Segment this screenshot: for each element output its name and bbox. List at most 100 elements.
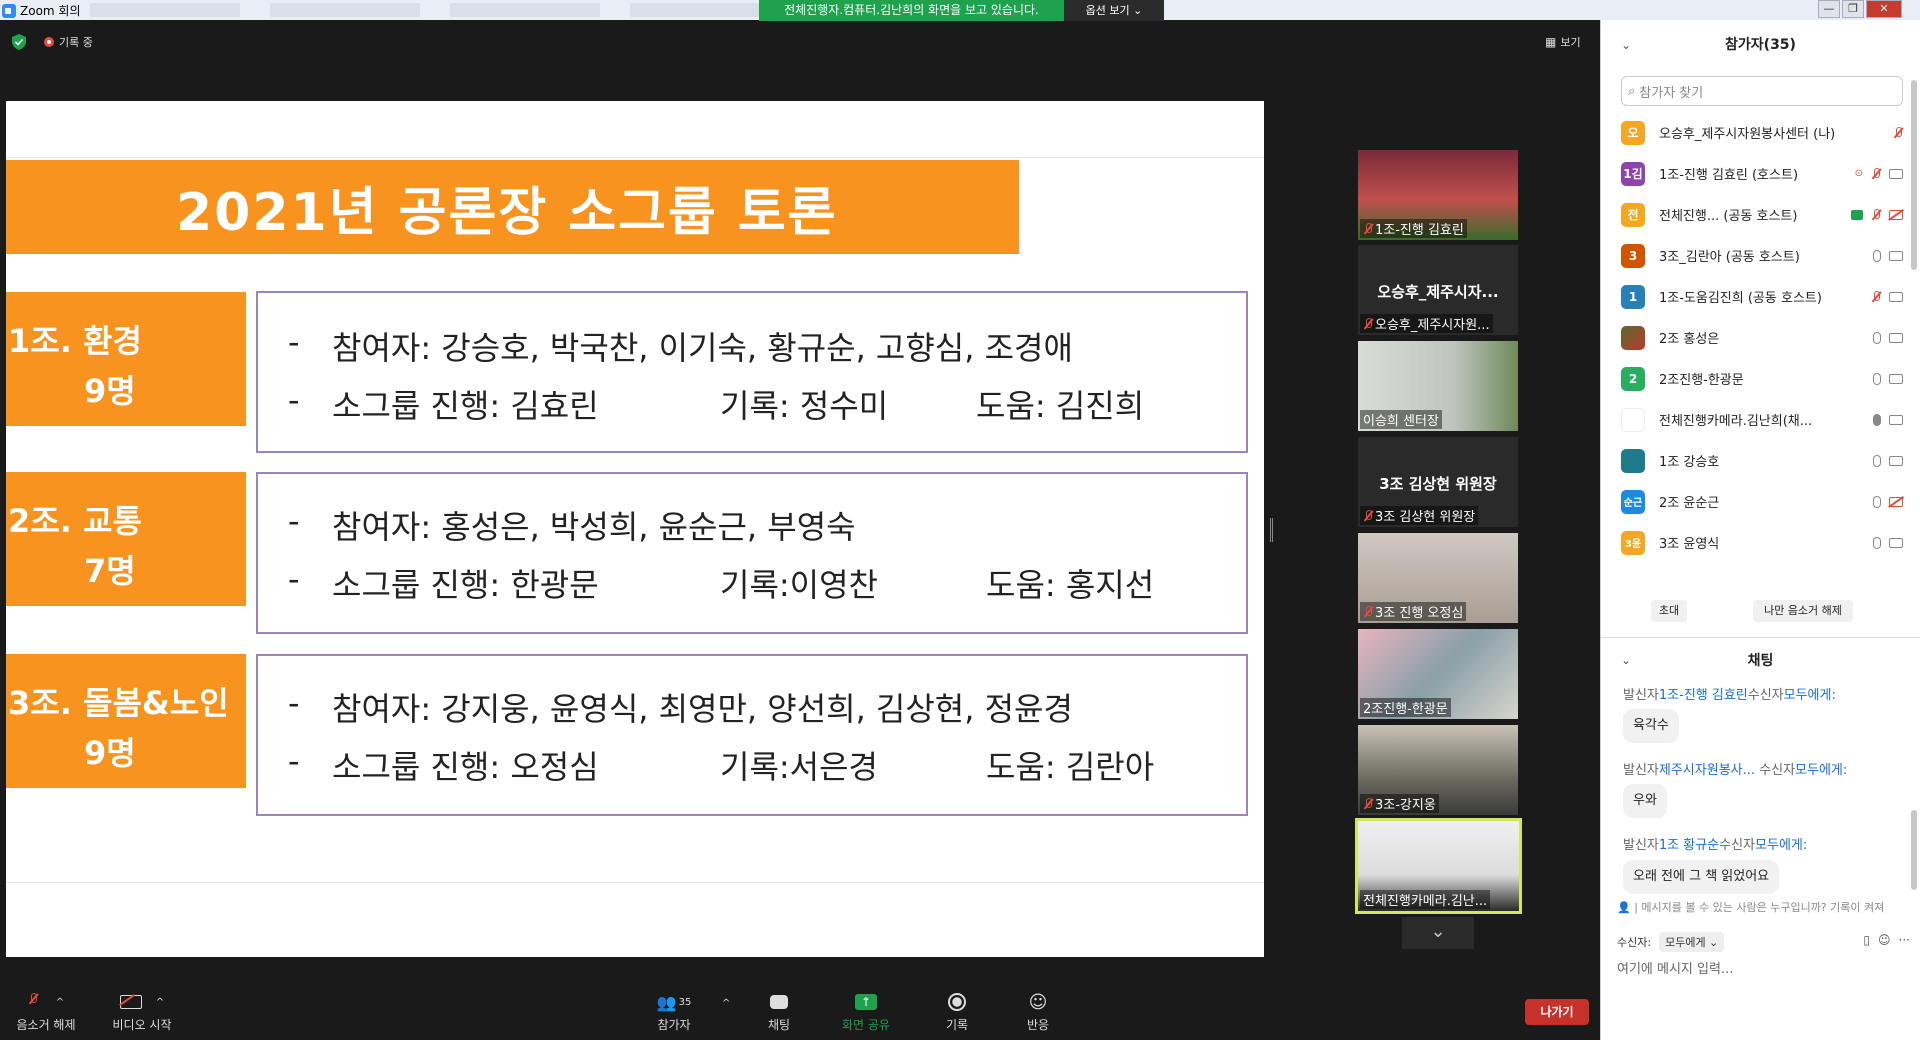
- participant-row[interactable]: 1김 1조-진행 김효린 (호스트) ⊙: [1601, 153, 1911, 194]
- video-tile[interactable]: 1조-진행 김효린: [1358, 150, 1518, 240]
- video-tile[interactable]: 3조 김상현 위원장 3조 김상현 위원장: [1358, 437, 1518, 527]
- mic-muted-icon[interactable]: [1871, 290, 1881, 303]
- participant-row[interactable]: 1조 강승호: [1601, 440, 1911, 481]
- chat-button[interactable]: 채팅: [762, 990, 796, 1033]
- shield-icon[interactable]: [12, 34, 26, 50]
- avatar: 순근: [1621, 489, 1645, 514]
- participant-row[interactable]: 전체진행카메라.김난희(채...: [1601, 399, 1911, 440]
- recording-label: 기록 중: [59, 36, 93, 49]
- smiley-icon: ☺: [1028, 991, 1048, 1013]
- participant-row[interactable]: 전 전체진행... (공동 호스트): [1601, 194, 1911, 235]
- avatar: 1: [1621, 284, 1645, 309]
- shared-screen-slide: 2021년 공론장 소그룹 토론 1조. 환경 9명 - 참여자: 강승호, 박국…: [6, 101, 1264, 957]
- view-options-button[interactable]: 옵션 보기 ⌄: [1064, 0, 1164, 21]
- caret-up-icon[interactable]: ^: [56, 997, 64, 1008]
- sharing-icon: [1851, 209, 1863, 220]
- chat-icon: [770, 995, 788, 1009]
- participants-title: 참가자(35): [1725, 37, 1796, 53]
- mic-muted-icon[interactable]: [1893, 126, 1903, 139]
- camera-off-icon[interactable]: [1889, 209, 1903, 220]
- caret-up-icon[interactable]: ^: [156, 997, 164, 1008]
- camera-icon[interactable]: [1889, 455, 1903, 466]
- camera-off-icon[interactable]: [1889, 496, 1903, 507]
- screen-share-banner: 전체진행자.컴퓨터.김난희의 화면을 보고 있습니다.: [759, 0, 1064, 21]
- mic-icon[interactable]: [1873, 536, 1881, 549]
- emoji-icon[interactable]: ☺: [1878, 933, 1891, 947]
- group-2-participants: - 참여자: 홍성은, 박성희, 윤순근, 부영숙: [288, 502, 856, 546]
- avatar: 전: [1621, 202, 1645, 227]
- chat-scrollbar[interactable]: [1911, 810, 1917, 890]
- slide-top-rule: [6, 157, 1264, 158]
- participant-list: 오 오승후_제주시자원봉사센터 (나) 1김 1조-진행 김효린 (호스트) ⊙…: [1601, 112, 1911, 563]
- splitter-handle[interactable]: [1270, 518, 1273, 542]
- participant-list-scrollbar[interactable]: [1911, 80, 1917, 270]
- avatar: 3: [1621, 243, 1645, 268]
- share-screen-button[interactable]: ↑ 화면 공유: [838, 990, 894, 1033]
- camera-icon[interactable]: [1889, 373, 1903, 384]
- app-title: Zoom 회의: [2, 2, 81, 19]
- participant-search-input[interactable]: ⌕ 참가자 찾기: [1621, 76, 1903, 106]
- chat-input[interactable]: 여기에 메시지 입력...: [1617, 958, 1733, 977]
- avatar: [1621, 448, 1645, 473]
- unmute-button[interactable]: ^ 음소거 해제: [14, 990, 78, 1033]
- camera-icon[interactable]: [1889, 291, 1903, 302]
- recipient-label: 수신자:: [1617, 936, 1652, 949]
- camera-icon[interactable]: [1889, 250, 1903, 261]
- maximize-button[interactable]: ❐: [1842, 0, 1864, 18]
- video-tile-active[interactable]: 전체진행카메라.김난...: [1355, 818, 1522, 914]
- close-button[interactable]: ✕: [1866, 0, 1902, 18]
- side-panel: ⌄ 참가자(35) ⌕ 참가자 찾기 오 오승후_제주시자원봉사센터 (나) 1…: [1600, 20, 1920, 1040]
- unmute-me-button[interactable]: 나만 음소거 해제: [1753, 600, 1853, 622]
- mic-active-icon[interactable]: [1873, 413, 1881, 426]
- participant-row[interactable]: 순근 2조 윤순근: [1601, 481, 1911, 522]
- view-button[interactable]: ▦ 보기: [1545, 34, 1581, 50]
- search-icon: ⌕: [1628, 83, 1636, 99]
- mic-icon[interactable]: [1873, 372, 1881, 385]
- participant-row[interactable]: 3 3조_김란아 (공동 호스트): [1601, 235, 1911, 276]
- mic-icon[interactable]: [1873, 495, 1881, 508]
- share-screen-icon: ↑: [855, 994, 877, 1010]
- mic-icon[interactable]: [1873, 249, 1881, 262]
- mic-icon[interactable]: [1873, 454, 1881, 467]
- caret-up-icon[interactable]: ^: [722, 995, 730, 1009]
- participant-row[interactable]: 오 오승후_제주시자원봉사센터 (나): [1601, 112, 1911, 153]
- group-label-3: 3조. 돌봄&노인 9명: [6, 654, 246, 788]
- invite-button[interactable]: 초대: [1651, 600, 1687, 622]
- recipient-select[interactable]: 모두에게 ⌄: [1659, 932, 1725, 952]
- participant-row[interactable]: 3윤 3조 윤영식: [1601, 522, 1911, 563]
- chevron-down-icon[interactable]: ⌄: [1402, 917, 1474, 949]
- mic-muted-icon: [1363, 509, 1373, 522]
- camera-icon[interactable]: [1889, 414, 1903, 425]
- video-tile[interactable]: 3조-강지웅: [1358, 725, 1518, 815]
- group-3-roles: - 소그룹 진행: 오정심 기록:서은경 도움: 김란아: [288, 742, 1155, 786]
- mic-muted-icon[interactable]: [1871, 167, 1881, 180]
- participant-row[interactable]: 2조 홍성은: [1601, 317, 1911, 358]
- start-video-button[interactable]: ^ 비디오 시작: [106, 990, 178, 1033]
- record-button[interactable]: 기록: [940, 990, 974, 1033]
- video-tile[interactable]: 2조진행-한광문: [1358, 629, 1518, 719]
- video-tile[interactable]: 3조 진행 오정심: [1358, 533, 1518, 623]
- camera-icon[interactable]: [1889, 537, 1903, 548]
- group-box-1: - 참여자: 강승호, 박국찬, 이기숙, 황규순, 고향심, 조경애 - 소그룹 …: [256, 291, 1248, 453]
- mic-muted-icon: [1363, 222, 1373, 235]
- recording-indicator[interactable]: 기록 중: [44, 34, 93, 50]
- reactions-button[interactable]: ☺ 반응: [1021, 990, 1055, 1033]
- participants-button[interactable]: 👥 35 참가자: [652, 990, 696, 1033]
- camera-icon[interactable]: [1889, 332, 1903, 343]
- chat-visibility-note[interactable]: 👤 | 메시지를 볼 수 있는 사람은 누구입니까? 기록이 켜져: [1617, 899, 1917, 915]
- mic-muted-icon: [28, 993, 42, 1011]
- avatar: [1621, 407, 1645, 432]
- group-1-roles: - 소그룹 진행: 김효린 기록: 정수미 도움: 김진희: [288, 381, 1145, 425]
- minimize-button[interactable]: —: [1818, 0, 1840, 18]
- participant-row[interactable]: 1 1조-도움김진희 (공동 호스트): [1601, 276, 1911, 317]
- camera-icon[interactable]: [1889, 168, 1903, 179]
- mic-muted-icon[interactable]: [1871, 208, 1881, 221]
- people-icon: 👤 |: [1617, 901, 1642, 914]
- file-icon[interactable]: ▯: [1863, 933, 1870, 947]
- video-tile[interactable]: 이승희 센터장: [1358, 341, 1518, 431]
- participant-row[interactable]: 2 2조진행-한광문: [1601, 358, 1911, 399]
- video-tile[interactable]: 오승후_제주시자... 오승후_제주시자원...: [1358, 245, 1518, 335]
- leave-button[interactable]: 나가기: [1525, 999, 1589, 1025]
- mic-icon[interactable]: [1873, 331, 1881, 344]
- more-icon[interactable]: ···: [1899, 933, 1910, 947]
